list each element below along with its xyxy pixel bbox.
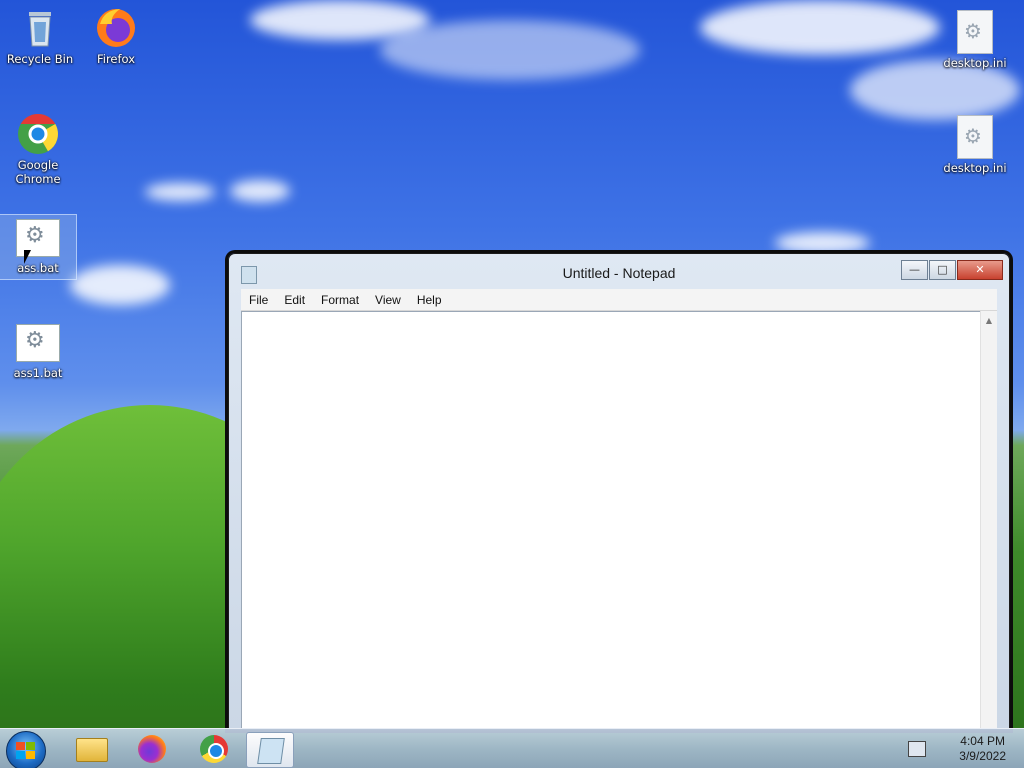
chrome-icon xyxy=(16,112,60,156)
icon-label: ass1.bat xyxy=(13,366,63,380)
menu-help[interactable]: Help xyxy=(409,293,450,307)
cloud xyxy=(775,232,870,254)
mouse-cursor xyxy=(24,250,38,264)
batch-file-icon: ⚙ xyxy=(16,324,60,362)
firefox-icon xyxy=(138,735,166,763)
vertical-scrollbar[interactable]: ▲ xyxy=(980,311,997,729)
window-title: Untitled - Notepad xyxy=(562,265,676,281)
notepad-icon xyxy=(257,738,285,764)
menu-file[interactable]: File xyxy=(241,293,276,307)
recycle-bin-icon xyxy=(18,6,62,50)
menu-edit[interactable]: Edit xyxy=(276,293,313,307)
chrome-icon xyxy=(200,735,228,763)
icon-label: desktop.ini xyxy=(943,161,1007,175)
windows-logo-icon xyxy=(16,742,36,760)
taskbar-notepad[interactable] xyxy=(246,732,294,768)
icon-label: Google Chrome xyxy=(15,158,61,186)
icon-label: ass.bat xyxy=(17,261,59,275)
system-tray: 4:04 PM 3/9/2022 xyxy=(894,729,1024,768)
clock-time: 4:04 PM xyxy=(960,734,1005,748)
start-button[interactable] xyxy=(6,731,46,768)
icon-label: desktop.ini xyxy=(943,56,1007,70)
desktop-icon-firefox[interactable]: Firefox xyxy=(78,6,154,66)
desktop-icon-recycle-bin[interactable]: Recycle Bin xyxy=(2,6,78,66)
icon-label: Recycle Bin xyxy=(6,52,74,66)
title-bar[interactable]: Untitled - Notepad — □ ✕ xyxy=(229,254,1009,288)
cloud xyxy=(145,183,215,201)
maximize-button[interactable]: □ xyxy=(929,260,956,280)
desktop-icon-google-chrome[interactable]: Google Chrome xyxy=(0,112,76,186)
desktop-icon-ass-bat[interactable]: ⚙ ass.bat xyxy=(0,214,77,280)
taskbar: 4:04 PM 3/9/2022 xyxy=(0,728,1024,768)
notepad-window[interactable]: Untitled - Notepad — □ ✕ File Edit Forma… xyxy=(228,253,1010,730)
menu-view[interactable]: View xyxy=(367,293,409,307)
taskbar-firefox[interactable] xyxy=(128,732,174,766)
taskbar-file-explorer[interactable] xyxy=(66,732,112,766)
menu-bar: File Edit Format View Help xyxy=(241,289,997,311)
settings-file-icon: ⚙ xyxy=(957,10,993,54)
text-editor-area[interactable] xyxy=(241,311,997,729)
taskbar-chrome[interactable] xyxy=(190,732,236,766)
file-explorer-icon xyxy=(76,738,108,762)
close-button[interactable]: ✕ xyxy=(957,260,1003,280)
desktop-icon-desktop-ini[interactable]: ⚙ desktop.ini xyxy=(937,10,1013,70)
desktop-icon-ass1-bat[interactable]: ⚙ ass1.bat xyxy=(0,320,76,380)
scroll-up-icon[interactable]: ▲ xyxy=(981,316,997,325)
clock[interactable]: 4:04 PM 3/9/2022 xyxy=(959,734,1006,764)
batch-file-icon: ⚙ xyxy=(16,219,60,257)
cloud xyxy=(700,0,940,55)
minimize-button[interactable]: — xyxy=(901,260,928,280)
desktop-icon-desktop-ini-2[interactable]: ⚙ desktop.ini xyxy=(937,115,1013,175)
firefox-icon xyxy=(94,6,138,50)
cloud xyxy=(380,20,640,80)
menu-format[interactable]: Format xyxy=(313,293,367,307)
cloud xyxy=(70,265,170,305)
icon-label: Firefox xyxy=(96,52,136,66)
settings-file-icon: ⚙ xyxy=(957,115,993,159)
network-icon[interactable] xyxy=(908,741,926,757)
clock-date: 3/9/2022 xyxy=(959,749,1006,763)
cloud xyxy=(230,180,290,202)
